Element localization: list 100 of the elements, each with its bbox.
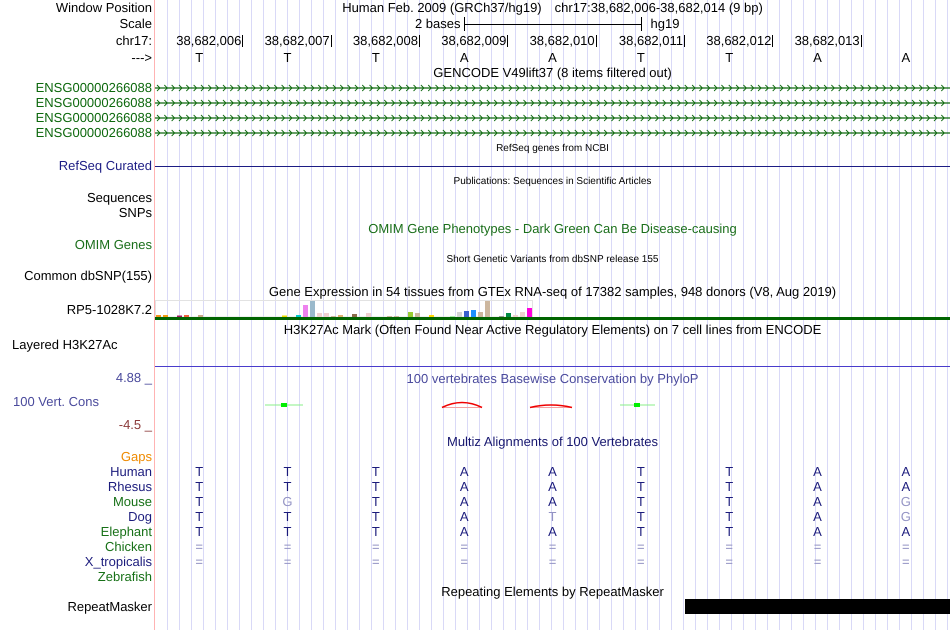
track-label[interactable]: ENSG00000266088 [36, 126, 152, 140]
tick-mark [507, 35, 508, 47]
base-letter: A [460, 50, 468, 64]
base-letter: T [725, 50, 734, 64]
track-label[interactable]: Layered H3K27Ac [12, 338, 118, 352]
base-letter: T [372, 50, 380, 64]
base-letter: T [725, 494, 734, 508]
base-letter: T [372, 510, 380, 524]
species-label[interactable]: Dog [128, 510, 152, 524]
base-letter: A [901, 464, 910, 478]
base-letter: A [813, 480, 822, 494]
base-letter: A [460, 524, 468, 538]
base-letter: T [636, 524, 645, 538]
conservation-mark [442, 402, 482, 408]
base-letter: T [725, 480, 734, 494]
species-label[interactable]: X_tropicalis [84, 554, 152, 568]
base-letter: T [725, 510, 734, 524]
axis-label: -4.5 _ [118, 418, 154, 432]
track-label[interactable]: SNPs [118, 206, 152, 220]
base-letter: T [195, 524, 204, 538]
expression-bar [520, 312, 525, 317]
track-label[interactable]: ENSG00000266088 [36, 80, 152, 94]
track-title: OMIM Gene Phenotypes - Dark Green Can Be Disease-causing [368, 222, 737, 235]
base-letter: = [548, 554, 556, 568]
base-letter: T [195, 480, 204, 494]
base-letter: = [460, 554, 468, 568]
row-label: Window Position [56, 1, 152, 15]
base-letter: T [195, 464, 204, 478]
base-letter: A [460, 480, 468, 494]
expression-bar [408, 312, 413, 317]
conservation-mark [264, 403, 304, 407]
base-letter: = [814, 554, 822, 568]
track-title: RefSeq genes from NCBI [496, 144, 609, 154]
base-letter: T [284, 524, 292, 538]
base-letter: A [813, 50, 822, 64]
base-letter: T [195, 50, 204, 64]
track-label[interactable]: ENSG00000266088 [36, 110, 152, 124]
base-letter: G [900, 494, 911, 508]
base-letter: A [548, 480, 557, 494]
expression-bar [366, 313, 371, 317]
expression-bar [457, 312, 462, 317]
species-label[interactable]: Rhesus [108, 480, 152, 494]
track-label[interactable]: RP5-1028K7.2 [66, 303, 152, 317]
expression-bar [303, 305, 308, 317]
species-label[interactable]: Zebrafish [98, 570, 152, 584]
track-title: Repeating Elements by RepeatMasker [441, 585, 664, 598]
base-letter: A [460, 464, 468, 478]
conservation-mark [530, 404, 572, 408]
expression-bar [478, 312, 483, 317]
tick-mark [330, 35, 332, 47]
track-label[interactable]: OMIM Genes [74, 238, 152, 252]
coordinate-label: 38,682,013 [794, 34, 860, 48]
base-letter: G [282, 494, 293, 508]
species-label[interactable]: Elephant [100, 524, 152, 538]
base-letter: A [548, 50, 557, 64]
species-label[interactable]: Mouse [112, 494, 152, 508]
base-letter: = [902, 540, 910, 554]
row-label: chr17: [116, 34, 152, 48]
tick-mark [772, 35, 774, 47]
base-letter: = [548, 540, 556, 554]
track-label[interactable]: Common dbSNP(155) [24, 268, 152, 282]
row-label: ---> [131, 50, 152, 64]
base-letter: = [460, 540, 468, 554]
track-title: 100 vertebrates Basewise Conservation by PhyloP [406, 372, 698, 384]
base-letter: A [901, 480, 910, 494]
base-letter: = [725, 554, 733, 568]
base-letter: T [725, 524, 734, 538]
coordinate-label: 38,682,009 [441, 34, 506, 48]
base-letter: T [372, 464, 380, 478]
track-title: H3K27Ac Mark (Often Found Near Active Regulatory Elements) on 7 cell lines from ENCODE [284, 322, 822, 336]
track-label[interactable]: 100 Vert. Cons [0, 394, 99, 408]
scale-text: 2 bases [414, 17, 462, 31]
base-letter: = [284, 540, 292, 554]
base-letter: T [284, 464, 292, 478]
coordinate-label: 38,682,011 [618, 34, 683, 48]
track-label[interactable]: ENSG00000266088 [36, 96, 152, 110]
base-letter: A [813, 510, 822, 524]
track-label[interactable]: RefSeq Curated [58, 159, 152, 173]
base-letter: A [548, 464, 557, 478]
base-letter: A [548, 524, 557, 538]
expression-bar [317, 313, 322, 317]
track-label[interactable]: Sequences [86, 190, 152, 204]
track-label[interactable]: RepeatMasker [67, 600, 152, 614]
base-letter: A [901, 524, 910, 538]
base-letter: = [637, 540, 645, 554]
base-letter: T [372, 524, 380, 538]
base-letter: T [636, 494, 645, 508]
base-letter: = [372, 554, 380, 568]
coordinate-label: 38,682,006 [176, 34, 242, 48]
expression-bar [415, 313, 420, 317]
expression-bar [506, 313, 511, 317]
species-label[interactable]: Chicken [105, 540, 152, 554]
expression-bar [485, 301, 490, 317]
position-text: chr17:38,682,006-38,682,014 (9 bp) [554, 1, 763, 15]
base-letter: T [284, 50, 292, 64]
base-letter: A [460, 494, 468, 508]
species-label[interactable]: Human [110, 464, 152, 478]
track-title: Gene Expression in 54 tissues from GTEx RNA-seq of 17382 samples, 948 donors (V8, Aug 2019) [268, 285, 836, 298]
base-letter: = [195, 540, 203, 554]
base-letter: = [637, 554, 645, 568]
